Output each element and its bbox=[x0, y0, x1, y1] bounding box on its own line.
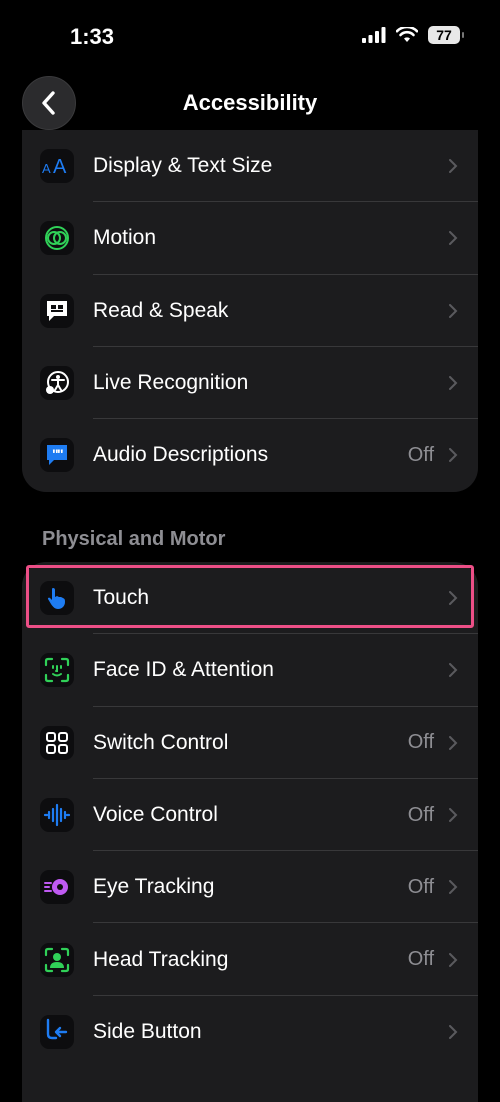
chevron-right-icon bbox=[449, 448, 458, 463]
row-switch-control[interactable]: Switch Control Off bbox=[22, 707, 478, 779]
row-motion[interactable]: Motion bbox=[22, 202, 478, 275]
eye-tracking-icon bbox=[40, 870, 74, 905]
side-button-icon bbox=[40, 1014, 74, 1049]
svg-text:": " bbox=[57, 446, 64, 462]
chevron-right-icon bbox=[449, 376, 458, 391]
status-time: 1:33 bbox=[70, 24, 115, 49]
row-label: Live Recognition bbox=[93, 371, 249, 395]
row-face-id-attention[interactable]: Face ID & Attention bbox=[22, 634, 478, 707]
row-value: Off bbox=[407, 803, 434, 826]
head-tracking-icon bbox=[40, 942, 74, 977]
row-read-speak[interactable]: Read & Speak bbox=[22, 275, 478, 347]
chevron-right-icon bbox=[449, 952, 458, 967]
hand-pointer-icon bbox=[40, 581, 74, 616]
section-header-physical-motor: Physical and Motor bbox=[42, 528, 226, 550]
row-label: Voice Control bbox=[93, 803, 218, 827]
vision-settings-group: AA Display & Text Size Motion Read & Spe… bbox=[22, 130, 478, 492]
battery-level: 77 bbox=[436, 27, 452, 43]
status-icons: 77 bbox=[362, 26, 464, 44]
chevron-right-icon bbox=[449, 231, 458, 246]
row-value: Off bbox=[407, 443, 434, 466]
row-label: Face ID & Attention bbox=[93, 658, 274, 682]
text-size-icon: AA bbox=[40, 149, 74, 184]
row-value: Off bbox=[407, 875, 434, 898]
physical-motor-group: Touch Face ID & Attention Switch Control… bbox=[22, 562, 478, 1102]
row-value: Off bbox=[407, 948, 434, 971]
chevron-right-icon bbox=[449, 159, 458, 174]
status-bar: 1:33 77 bbox=[0, 0, 500, 76]
battery-indicator: 77 bbox=[428, 26, 464, 44]
chevron-right-icon bbox=[449, 735, 458, 750]
row-label: Read & Speak bbox=[93, 298, 229, 322]
row-live-recognition[interactable]: Live Recognition bbox=[22, 347, 478, 420]
quote-bubble-icon: " " bbox=[40, 438, 74, 473]
row-display-text-size[interactable]: AA Display & Text Size bbox=[22, 130, 478, 203]
row-label: Touch bbox=[93, 586, 150, 610]
chevron-right-icon bbox=[449, 1024, 458, 1039]
svg-text:A: A bbox=[53, 156, 67, 177]
row-value: Off bbox=[407, 731, 434, 754]
row-label: Eye Tracking bbox=[93, 875, 215, 899]
cellular-signal-icon bbox=[362, 27, 386, 43]
motion-icon bbox=[40, 221, 74, 256]
row-head-tracking[interactable]: Head Tracking Off bbox=[22, 923, 478, 996]
speech-bubble-icon bbox=[40, 293, 74, 328]
face-id-icon bbox=[40, 653, 74, 688]
row-label: Motion bbox=[93, 226, 157, 250]
row-touch[interactable]: Touch bbox=[22, 562, 478, 635]
chevron-right-icon bbox=[449, 663, 458, 678]
row-label: Side Button bbox=[93, 1019, 202, 1043]
accessibility-person-icon bbox=[40, 366, 74, 401]
row-label: Head Tracking bbox=[93, 947, 229, 971]
chevron-right-icon bbox=[449, 880, 458, 895]
wifi-icon bbox=[396, 27, 418, 42]
row-eye-tracking[interactable]: Eye Tracking Off bbox=[22, 851, 478, 924]
waveform-icon bbox=[40, 798, 74, 833]
chevron-right-icon bbox=[449, 303, 458, 318]
row-side-button[interactable]: Side Button bbox=[22, 996, 478, 1068]
grid-icon bbox=[40, 725, 74, 760]
row-label: Switch Control bbox=[93, 730, 229, 754]
page-title: Accessibility bbox=[182, 90, 318, 115]
chevron-right-icon bbox=[449, 808, 458, 823]
row-voice-control[interactable]: Voice Control Off bbox=[22, 779, 478, 852]
chevron-right-icon bbox=[449, 591, 458, 606]
svg-text:A: A bbox=[42, 161, 51, 176]
row-label: Audio Descriptions bbox=[93, 443, 269, 467]
row-label: Display & Text Size bbox=[93, 154, 273, 178]
row-audio-descriptions[interactable]: " " Audio Descriptions Off bbox=[22, 419, 478, 491]
